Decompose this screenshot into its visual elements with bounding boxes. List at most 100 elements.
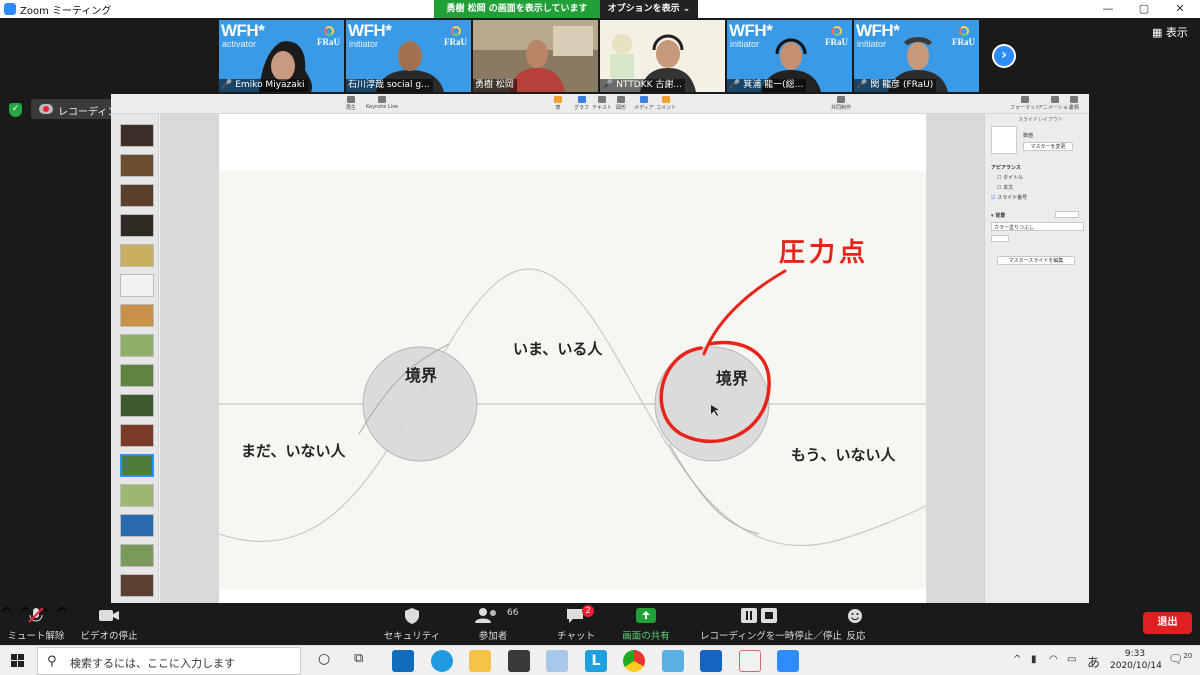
mic-muted-icon: 🎤 [602, 80, 614, 90]
slide-thumbnail[interactable] [120, 514, 154, 537]
recording-dot-icon [43, 106, 49, 112]
participant-tile[interactable]: 🎤 NTTDKK 古謝... [600, 20, 725, 92]
mute-button[interactable]: ミュート解除 [0, 607, 76, 642]
participant-tile[interactable]: WFH* initiator FRaU 石川淳哉 social g... [346, 20, 471, 92]
video-camera-icon [69, 607, 149, 624]
comment-button[interactable]: コメント [656, 96, 676, 111]
security-shield-icon[interactable]: ✓ [9, 103, 22, 117]
snipping-tool-icon[interactable] [739, 650, 761, 672]
slide-thumbnail[interactable] [120, 484, 154, 507]
notification-center-icon[interactable]: 🗨20 [1168, 652, 1192, 666]
table-button[interactable]: 表 [554, 96, 562, 111]
share-screen-button[interactable]: 画面の共有 [606, 607, 686, 642]
inspector-panel: スライドレイアウト 数値 マスターを変更 アピアランス ☐ タイトル ☐ 本文 … [984, 114, 1089, 603]
participant-tile[interactable]: 勇樹 松岡 [473, 20, 598, 92]
app-icon[interactable] [508, 650, 530, 672]
color-swatch[interactable] [991, 235, 1009, 242]
shape-button[interactable]: 図形 [616, 96, 626, 111]
paint-icon[interactable] [546, 650, 568, 672]
view-options-button[interactable]: オプションを表示 ⌄ [600, 0, 698, 18]
background-color-well[interactable] [1055, 211, 1079, 218]
slide-thumbnail[interactable] [120, 424, 154, 447]
mic-muted-icon [0, 607, 76, 624]
windows-taskbar: ⚲ 検索するには、ここに入力します ○ ⧉ L ^ ▮ ◠ ▭ あ 9:33 2… [0, 645, 1200, 675]
chat-button[interactable]: 2 チャット [536, 605, 616, 642]
search-placeholder: 検索するには、ここに入力します [70, 657, 235, 670]
master-preview[interactable] [991, 126, 1017, 154]
change-master-button[interactable]: マスターを変更 [1023, 142, 1073, 151]
slide-thumbnail[interactable] [120, 214, 154, 237]
slide-thumbnail[interactable] [120, 574, 154, 597]
taskbar-search-box[interactable]: ⚲ 検索するには、ここに入力します [37, 647, 301, 675]
next-page-button[interactable]: › [992, 44, 1016, 68]
slide-thumbnail[interactable] [120, 544, 154, 567]
chart-button[interactable]: グラフ [574, 96, 589, 111]
zoom-taskbar-icon[interactable] [777, 650, 799, 672]
fill-type-select[interactable]: カラー塗りつぶし [991, 222, 1084, 231]
edit-master-button[interactable]: マスタースライドを編集 [997, 256, 1075, 265]
task-view-icon[interactable]: ⧉ [354, 651, 363, 666]
participants-button[interactable]: 66 参加者 [453, 607, 533, 642]
minimize-icon[interactable]: — [1090, 0, 1126, 18]
show-hidden-icons-caret[interactable]: ^ [1013, 654, 1021, 665]
meeting-toolbar: ミュート解除 ^ ビデオの停止 ^ セキュリティ 66 参加者 ^ 2 チャット… [0, 604, 1200, 645]
label-boundary-right: 境界 [716, 369, 748, 388]
system-clock[interactable]: 9:33 2020/10/14 [1110, 648, 1162, 672]
slide-thumbnail[interactable] [120, 244, 154, 267]
slide-thumbnail[interactable] [120, 304, 154, 327]
outlook-icon[interactable] [392, 650, 414, 672]
collaborate-button[interactable]: 共同制作 [831, 96, 851, 111]
file-explorer-icon[interactable] [469, 650, 491, 672]
text-button[interactable]: テキスト [592, 96, 612, 111]
participant-tile[interactable]: WFH* activator FRaU 🎤 Emiko Miyazaki [219, 20, 344, 92]
format-tab[interactable]: フォーマット [1010, 96, 1040, 111]
windows-start-icon[interactable] [11, 654, 25, 668]
keynote-live-button[interactable]: Keynote Live [366, 96, 398, 110]
participant-tile[interactable]: WFH* initiator FRaU 🎤 箕浦 龍一(総... [727, 20, 852, 92]
close-icon[interactable]: ✕ [1162, 0, 1198, 18]
mic-muted-icon: 🎤 [729, 80, 741, 90]
slide-thumbnail[interactable] [120, 394, 154, 417]
participant-name: 勇樹 松岡 [473, 79, 517, 92]
current-slide[interactable]: 境界 境界 いま、いる人 まだ、いない人 もう、いない人 圧力点 [219, 114, 926, 603]
share-screen-icon [606, 607, 686, 624]
shared-screen: 再生 Keynote Live 表 グラフ テキスト 図形 メディア コメント … [111, 94, 1089, 603]
app-icon[interactable] [662, 650, 684, 672]
chrome-icon[interactable] [623, 650, 645, 672]
participant-strip: WFH* activator FRaU 🎤 Emiko Miyazaki WFH*… [219, 20, 981, 92]
mail-icon[interactable] [700, 650, 722, 672]
app-l-icon[interactable]: L [585, 650, 607, 672]
animate-tab[interactable]: アニメーション [1038, 96, 1073, 111]
slide-thumbnail[interactable] [120, 364, 154, 387]
title-checkbox[interactable]: ☐ タイトル [997, 174, 1023, 181]
slide-thumbnail[interactable] [120, 124, 154, 147]
slide-thumbnail[interactable] [120, 274, 154, 297]
leave-meeting-button[interactable]: 退出 [1143, 612, 1192, 634]
view-button[interactable]: ▦ 表示 [1152, 24, 1188, 40]
participant-tile[interactable]: WFH* initiator FRaU 🎤 関 龍彦 (FRaU) [854, 20, 979, 92]
window-title: Zoom ミーティング [20, 6, 112, 17]
maximize-icon[interactable]: ▢ [1126, 0, 1162, 18]
document-tab[interactable]: 書類 [1069, 96, 1079, 111]
recording-control-button[interactable]: レコーディングを一時停止／停止 [700, 607, 842, 642]
reactions-button[interactable]: 反応 [816, 607, 896, 642]
wifi-icon[interactable]: ◠ [1049, 654, 1058, 665]
microphone-tray-icon[interactable]: ▮ [1031, 654, 1037, 665]
body-checkbox[interactable]: ☐ 本文 [997, 184, 1013, 191]
slide-number-checkbox[interactable]: ☑ スライド番号 [991, 194, 1027, 201]
media-button[interactable]: メディア [634, 96, 654, 111]
slide-thumbnail[interactable] [120, 334, 154, 357]
slide-thumbnail[interactable] [120, 184, 154, 207]
slide-thumbnail-selected[interactable] [120, 454, 154, 477]
search-icon: ⚲ [47, 654, 57, 669]
play-button[interactable]: 再生 [346, 96, 356, 111]
battery-icon[interactable]: ▭ [1067, 654, 1076, 665]
zoom-app-icon [4, 3, 16, 15]
security-button[interactable]: セキュリティ [372, 607, 452, 642]
mic-muted-icon: 🎤 [856, 80, 868, 90]
stop-video-button[interactable]: ビデオの停止 [69, 607, 149, 642]
cortana-icon[interactable]: ○ [318, 651, 330, 667]
slide-thumbnail[interactable] [120, 154, 154, 177]
edge-icon[interactable] [431, 650, 453, 672]
ime-indicator[interactable]: あ [1087, 652, 1100, 671]
